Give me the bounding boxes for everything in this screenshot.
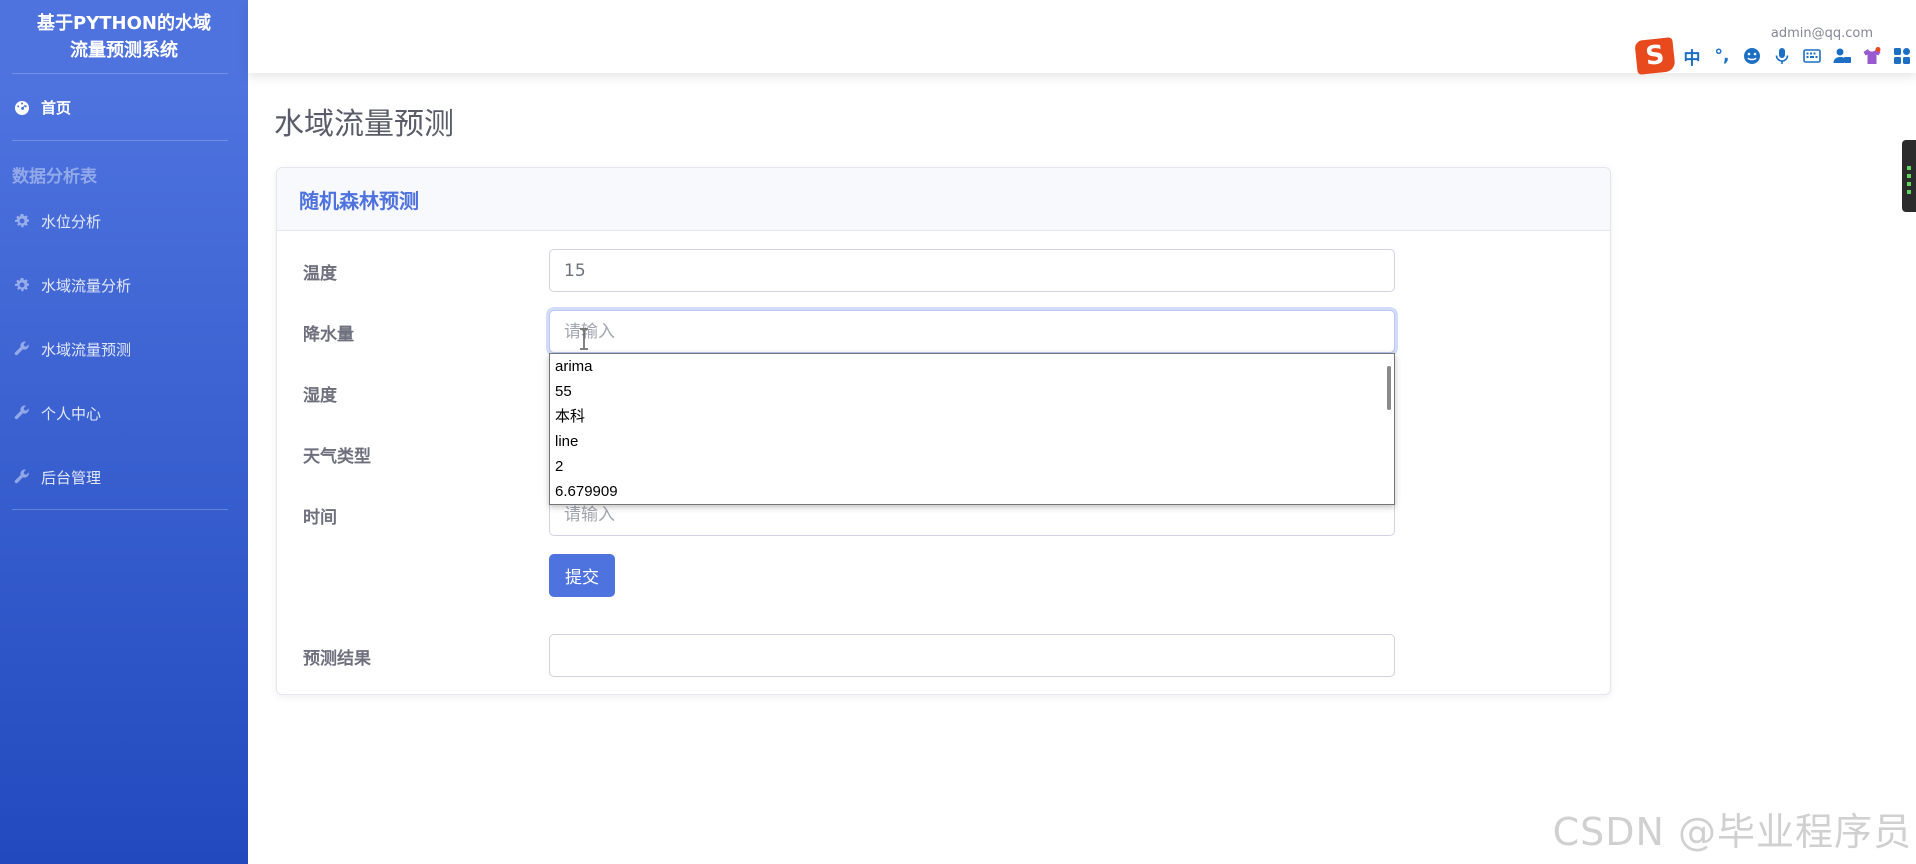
sidebar-item-label: 后台管理 xyxy=(41,468,102,487)
dashboard-icon xyxy=(13,98,31,116)
page-title: 水域流量预测 xyxy=(274,107,454,142)
autocomplete-option[interactable]: arima xyxy=(550,354,1394,379)
wrench-icon xyxy=(13,404,31,422)
ime-toolbar: S 中 °, xyxy=(1632,37,1916,75)
sidebar-item-label: 水位分析 xyxy=(41,212,102,231)
sogou-logo-icon[interactable]: S xyxy=(1634,37,1676,75)
meter-bar xyxy=(1907,182,1911,186)
main-content: 水域流量预测 随机森林预测 温度 降水量 湿度 天气类型 时间 提交 xyxy=(248,73,1916,864)
temperature-label: 温度 xyxy=(303,264,337,284)
meter-bar xyxy=(1907,174,1911,178)
form-row-precipitation: 降水量 xyxy=(277,310,1610,354)
wrench-icon xyxy=(13,340,31,358)
topbar: admin@qq.com S 中 °, xyxy=(248,0,1916,75)
wrench-icon xyxy=(13,468,31,486)
ime-mode-button[interactable]: 中 xyxy=(1680,44,1704,69)
card-title: 随机森林预测 xyxy=(299,188,419,213)
gear-icon xyxy=(13,276,31,294)
precipitation-input[interactable] xyxy=(549,310,1395,353)
keyboard-icon[interactable] xyxy=(1800,44,1824,68)
sidebar-item-flow-analysis[interactable]: 水域流量分析 xyxy=(0,253,248,317)
autocomplete-option[interactable]: 本科 xyxy=(550,404,1394,429)
autocomplete-dropdown: arima 55 本科 line 2 6.679909 xyxy=(549,353,1395,505)
card-header: 随机森林预测 xyxy=(277,168,1610,231)
grid-menu-icon[interactable] xyxy=(1890,44,1914,68)
temperature-input[interactable] xyxy=(549,249,1395,292)
autocomplete-option[interactable]: line xyxy=(550,429,1394,454)
sidebar-divider xyxy=(12,140,228,141)
form-row-temperature: 温度 xyxy=(277,249,1610,293)
ime-punctuation-button[interactable]: °, xyxy=(1710,44,1734,68)
result-label: 预测结果 xyxy=(303,649,371,669)
sidebar-item-label: 个人中心 xyxy=(41,404,102,423)
submit-button[interactable]: 提交 xyxy=(549,554,615,597)
skin-shirt-icon[interactable] xyxy=(1860,44,1884,68)
sidebar-item-label: 水域流量分析 xyxy=(41,276,132,295)
form-row-result: 预测结果 xyxy=(277,634,1610,678)
autocomplete-scrollbar[interactable] xyxy=(1387,366,1391,410)
prediction-card: 随机森林预测 温度 降水量 湿度 天气类型 时间 提交 预测结果 xyxy=(276,167,1611,695)
user-settings-icon[interactable] xyxy=(1830,44,1854,68)
sidebar: 基于PYTHON的水域 流量预测系统 首页 数据分析表 水位分析 水域流量分析 … xyxy=(0,0,248,864)
sidebar-item-water-level[interactable]: 水位分析 xyxy=(0,189,248,253)
weather-type-label: 天气类型 xyxy=(303,447,371,467)
edge-meter-widget[interactable] xyxy=(1902,140,1916,212)
sidebar-item-profile[interactable]: 个人中心 xyxy=(0,381,248,445)
watermark: CSDN @毕业程序员 xyxy=(1552,810,1912,854)
sidebar-item-label: 水域流量预测 xyxy=(41,340,132,359)
sidebar-item-admin[interactable]: 后台管理 xyxy=(0,445,248,509)
form-row-submit: 提交 xyxy=(277,554,1610,598)
sidebar-divider xyxy=(12,509,228,510)
time-label: 时间 xyxy=(303,508,337,528)
brand-line-2: 流量预测系统 xyxy=(70,39,178,61)
microphone-icon[interactable] xyxy=(1770,44,1794,68)
meter-bar xyxy=(1907,166,1911,170)
sidebar-item-flow-prediction[interactable]: 水域流量预测 xyxy=(0,317,248,381)
brand-title[interactable]: 基于PYTHON的水域 流量预测系统 xyxy=(0,0,248,73)
autocomplete-option[interactable]: 55 xyxy=(550,379,1394,404)
sidebar-section-heading: 数据分析表 xyxy=(12,167,97,187)
text-cursor-icon xyxy=(580,328,588,350)
precipitation-label: 降水量 xyxy=(303,325,354,345)
sidebar-item-home[interactable]: 首页 xyxy=(0,74,248,140)
gear-icon xyxy=(13,212,31,230)
humidity-label: 湿度 xyxy=(303,386,337,406)
sidebar-item-label: 首页 xyxy=(41,98,72,117)
result-output[interactable] xyxy=(549,634,1395,677)
brand-line-1: 基于PYTHON的水域 xyxy=(37,12,211,34)
autocomplete-option[interactable]: 6.679909 xyxy=(550,479,1394,504)
meter-bar xyxy=(1907,190,1911,194)
autocomplete-option[interactable]: 2 xyxy=(550,454,1394,479)
emoji-icon[interactable] xyxy=(1740,44,1764,68)
